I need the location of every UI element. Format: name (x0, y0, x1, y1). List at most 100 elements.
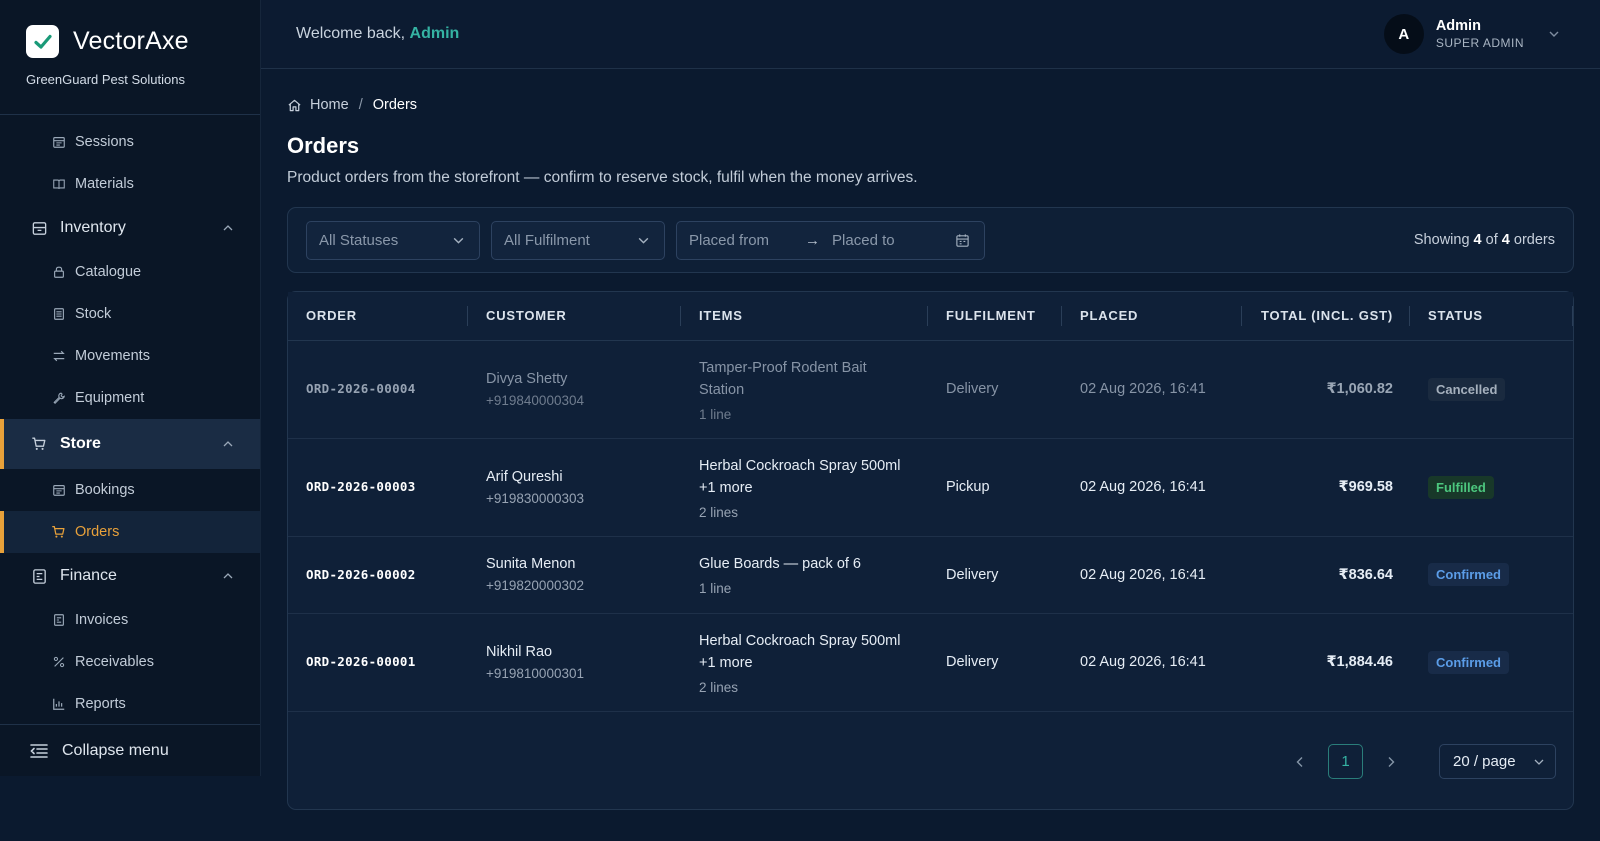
column-header-status[interactable]: STATUS (1410, 292, 1573, 341)
table-row[interactable]: ORD-2026-00002 Sunita Menon +919820000302 G… (288, 536, 1573, 614)
lock-icon (51, 265, 66, 280)
invoice-icon (51, 613, 66, 628)
status-badge: Fulfilled (1428, 475, 1494, 499)
item-lines: 1 line (699, 581, 732, 596)
sidebar-item-label: Sessions (75, 134, 134, 150)
customer-name: Sunita Menon (486, 556, 576, 572)
calendar-icon (51, 483, 66, 498)
order-total: ₹1,884.46 (1326, 654, 1393, 670)
status-filter-select[interactable]: All Statuses (306, 220, 480, 260)
placed-date: 02 Aug 2026, 16:41 (1080, 654, 1206, 670)
placed-from-input[interactable]: Placed from (689, 232, 769, 249)
chevron-down-icon (637, 234, 650, 247)
sidebar-item-label: Movements (75, 348, 150, 364)
page-title: Orders (287, 133, 360, 158)
sidebar-item-orders[interactable]: Orders (0, 511, 260, 553)
column-header-items[interactable]: ITEMS (681, 292, 928, 341)
sidebar-item-movements[interactable]: Movements (0, 335, 260, 377)
sidebar-nav: Sessions Materials Inventory Catalogue Stock… (0, 115, 260, 725)
sidebar-item-sessions[interactable]: Sessions (0, 121, 260, 163)
customer-name: Arif Qureshi (486, 468, 563, 485)
avatar: A (1383, 14, 1424, 54)
order-total: ₹836.64 (1338, 566, 1393, 583)
breadcrumb-separator: / (358, 97, 363, 113)
filter-bar: All Statuses All Fulfilment Placed from … (287, 207, 1574, 273)
column-header-total-incl-gst[interactable]: TOTAL (INCL. GST) (1242, 292, 1410, 341)
order-id[interactable]: ORD-2026-00003 (306, 479, 416, 494)
collapse-menu-icon (30, 743, 48, 759)
sidebar-item-equipment[interactable]: Equipment (0, 377, 260, 419)
order-total: ₹1,060.82 (1326, 381, 1393, 397)
check-logo-icon (26, 25, 59, 58)
box-icon (30, 219, 48, 237)
table-row[interactable]: ORD-2026-00001 Nikhil Rao +919810000301 Her… (288, 613, 1573, 712)
chevron-down-icon (1548, 28, 1560, 40)
file-icon (30, 567, 48, 585)
sidebar-item-label: Reports (75, 696, 126, 712)
column-header-order[interactable]: ORDER (288, 292, 468, 341)
column-header-fulfilment[interactable]: FULFILMENT (928, 292, 1062, 341)
chevron-up-icon[interactable] (222, 438, 234, 450)
home-icon (287, 98, 302, 113)
sidebar-item-catalogue[interactable]: Catalogue (0, 251, 260, 293)
sidebar-item-label: Inventory (60, 219, 126, 236)
cart-icon (30, 435, 48, 453)
chevron-up-icon[interactable] (222, 570, 234, 582)
sidebar-item-materials[interactable]: Materials (0, 163, 260, 205)
item-name: Glue Boards — pack of 6 (699, 556, 861, 572)
sidebar-item-label: Stock (75, 306, 112, 322)
sidebar-item-reports[interactable]: Reports (0, 683, 260, 725)
user-role: SUPER ADMIN (1435, 36, 1524, 50)
sidebar-group-inventory[interactable]: Inventory (0, 205, 260, 251)
collapse-menu-button[interactable]: Collapse menu (0, 724, 260, 776)
placed-date: 02 Aug 2026, 16:41 (1080, 479, 1206, 495)
chevron-up-icon[interactable] (222, 222, 234, 234)
sidebar-group-store[interactable]: Store (0, 419, 260, 469)
sidebar-group-finance[interactable]: Finance (0, 553, 260, 599)
sidebar-item-stock[interactable]: Stock (0, 293, 260, 335)
user-menu[interactable]: A Admin SUPER ADMIN (1383, 14, 1560, 54)
placed-date-range[interactable]: Placed from → Placed to (676, 220, 985, 260)
sidebar-item-label: Orders (75, 524, 120, 540)
brand: VectorAxe GreenGuard Pest Solutions (0, 0, 260, 115)
status-badge: Cancelled (1428, 377, 1506, 401)
fulfilment-type: Delivery (946, 654, 999, 670)
user-name: Admin (1435, 18, 1481, 34)
breadcrumb-home[interactable]: Home (310, 97, 349, 113)
sidebar-item-label: Catalogue (75, 264, 142, 280)
sidebar-item-label: Bookings (75, 482, 135, 498)
fulfilment-filter-value: All Fulfilment (504, 231, 590, 249)
sidebar-item-label: Invoices (75, 612, 129, 628)
next-page-button[interactable] (1377, 748, 1405, 776)
placed-to-input[interactable]: Placed to (832, 232, 955, 249)
customer-phone: +919820000302 (486, 578, 584, 593)
column-header-customer[interactable]: CUSTOMER (468, 292, 681, 341)
chevron-down-icon (1533, 756, 1545, 768)
table-row[interactable]: ORD-2026-00003 Arif Qureshi +919830000303 H… (288, 438, 1573, 537)
order-id[interactable]: ORD-2026-00001 (306, 654, 416, 669)
orders-table-card: ORDER CUSTOMER ITEMS FULFILMENT PLACED TOTAL … (287, 291, 1574, 810)
page-number-button[interactable]: 1 (1328, 744, 1363, 779)
brand-name: VectorAxe (73, 27, 189, 55)
prev-page-button[interactable] (1286, 748, 1314, 776)
status-badge: Confirmed (1428, 563, 1509, 586)
customer-name: Nikhil Rao (486, 643, 553, 660)
customer-phone: +919810000301 (486, 665, 584, 681)
chevron-down-icon (452, 234, 465, 247)
table-row[interactable]: ORD-2026-00004 Divya Shetty +919840000304 T… (288, 340, 1573, 439)
customer-name: Divya Shetty (486, 370, 568, 387)
item-lines: 2 lines (699, 679, 739, 695)
sidebar-item-label: Finance (60, 567, 117, 584)
sidebar-item-label: Store (60, 435, 101, 452)
sidebar-item-invoices[interactable]: Invoices (0, 599, 260, 641)
order-id[interactable]: ORD-2026-00002 (306, 567, 416, 582)
column-header-placed[interactable]: PLACED (1062, 292, 1242, 341)
item-name: Tamper-Proof Rodent Bait Station (699, 359, 867, 398)
sidebar-item-bookings[interactable]: Bookings (0, 469, 260, 511)
table-header-row: ORDER CUSTOMER ITEMS FULFILMENT PLACED TOTAL … (288, 292, 1573, 341)
sidebar-item-label: Receivables (75, 654, 154, 670)
order-id[interactable]: ORD-2026-00004 (306, 381, 416, 396)
page-size-select[interactable]: 20 / page (1439, 744, 1556, 779)
sidebar-item-receivables[interactable]: Receivables (0, 641, 260, 683)
fulfilment-filter-select[interactable]: All Fulfilment (491, 220, 665, 260)
